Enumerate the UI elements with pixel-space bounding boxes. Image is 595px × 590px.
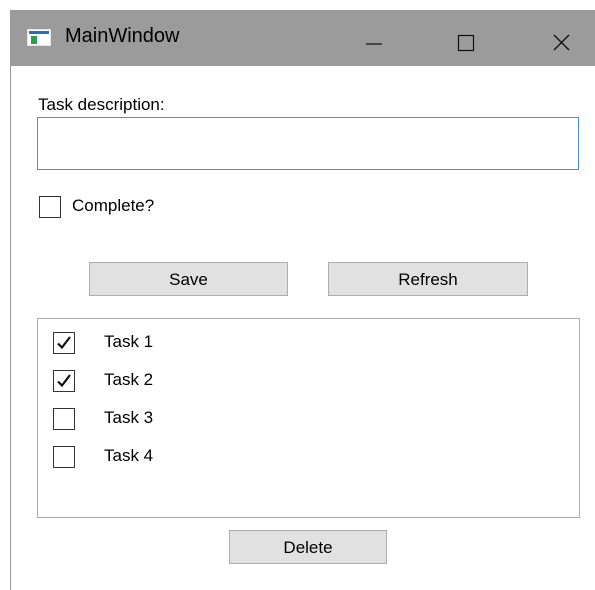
- maximize-icon: [457, 34, 475, 52]
- window-title: MainWindow: [65, 25, 180, 47]
- task-description-label: Task description:: [38, 95, 165, 114]
- task-4-checkbox[interactable]: [53, 446, 75, 468]
- task-2-checkbox[interactable]: [53, 370, 75, 392]
- task-description-input[interactable]: [37, 117, 579, 170]
- refresh-button[interactable]: Refresh: [328, 262, 528, 296]
- list-item-task-2[interactable]: Task 2: [53, 369, 453, 395]
- task-3-label: Task 3: [104, 408, 154, 427]
- task-1-checkbox[interactable]: [53, 332, 75, 354]
- checkmark-icon: [57, 374, 71, 388]
- task-3-checkbox[interactable]: [53, 408, 75, 430]
- task-1-label: Task 1: [104, 332, 154, 351]
- list-item-task-3[interactable]: Task 3: [53, 407, 453, 433]
- close-button[interactable]: [529, 10, 595, 66]
- maximize-button[interactable]: [430, 10, 496, 66]
- task-4-label: Task 4: [104, 446, 154, 465]
- save-button[interactable]: Save: [89, 262, 288, 296]
- delete-button[interactable]: Delete: [229, 530, 387, 564]
- checkmark-icon: [57, 336, 71, 350]
- task-list[interactable]: Task 1 Task 2 Task 3 Task 4: [37, 318, 580, 518]
- list-item-task-1[interactable]: Task 1: [53, 331, 453, 357]
- task-2-label: Task 2: [104, 370, 154, 389]
- minimize-icon: [366, 43, 382, 45]
- complete-label[interactable]: Complete?: [72, 196, 154, 216]
- title-bar[interactable]: MainWindow: [10, 10, 595, 66]
- minimize-button[interactable]: [339, 10, 405, 66]
- window-border: [10, 66, 11, 590]
- complete-checkbox[interactable]: [39, 196, 61, 218]
- app-window-icon: [27, 29, 51, 46]
- close-icon: [553, 34, 570, 51]
- list-item-task-4[interactable]: Task 4: [53, 445, 453, 471]
